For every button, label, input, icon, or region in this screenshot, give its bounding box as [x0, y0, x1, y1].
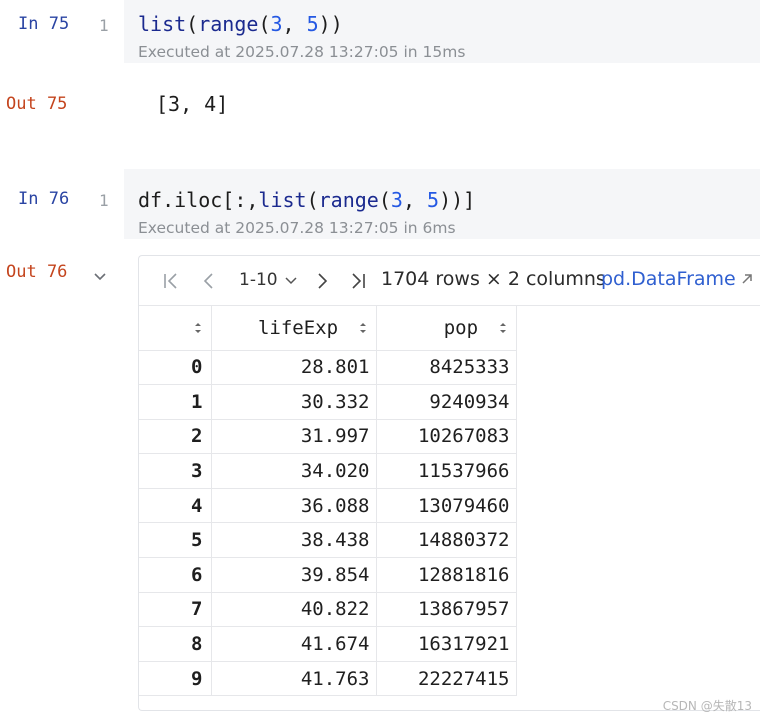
collapse-chevron-icon[interactable] [92, 268, 108, 284]
dataframe-viewer: 1-10 1704 rows × 2 columns pd.DataFrame [138, 255, 760, 711]
cell-output: [3, 4] [156, 92, 229, 116]
external-link-icon [742, 274, 752, 284]
cell-lifeexp[interactable]: 40.822 [210, 591, 377, 628]
table-row: 6 39.854 12881816 [139, 557, 517, 593]
page-range-select[interactable]: 1-10 [239, 270, 298, 290]
table-row: 5 38.438 14880372 [139, 522, 517, 559]
cell-lifeexp[interactable]: 41.763 [210, 660, 377, 697]
row-index: 6 [139, 557, 212, 593]
cell-lifeexp[interactable]: 41.674 [210, 626, 377, 662]
row-index: 2 [139, 418, 212, 455]
row-index: 8 [139, 626, 212, 662]
row-index: 4 [139, 487, 212, 524]
sort-icon[interactable] [358, 321, 368, 335]
dataframe-type-link[interactable]: pd.DataFrame [601, 268, 753, 290]
line-number: 1 [99, 191, 109, 210]
table-row: 4 36.088 13079460 [139, 487, 517, 524]
code-cell-76[interactable]: df.iloc[:,list(range(3, 5))] Executed at… [124, 169, 760, 239]
row-index: 0 [139, 349, 212, 386]
first-page-icon[interactable] [161, 270, 181, 292]
column-header-pop[interactable]: pop [375, 306, 517, 351]
table-row: 9 41.763 22227415 [139, 660, 517, 697]
sort-icon[interactable] [193, 321, 203, 335]
table-row: 3 34.020 11537966 [139, 453, 517, 489]
cell-lifeexp[interactable]: 38.438 [210, 522, 377, 559]
header-row: lifeExp pop [139, 306, 517, 351]
cell-out-label: Out 75 [6, 94, 68, 114]
cell-lifeexp[interactable]: 31.997 [210, 418, 377, 455]
cell-pop[interactable]: 13079460 [375, 487, 517, 524]
cell-pop[interactable]: 8425333 [375, 349, 517, 386]
previous-page-icon[interactable] [199, 270, 219, 292]
cell-pop[interactable]: 13867957 [375, 591, 517, 628]
rows-columns-info: 1704 rows × 2 columns [381, 268, 606, 290]
cell-in-label: In 76 [18, 189, 70, 209]
type-link-label[interactable]: pd.DataFrame [601, 268, 736, 290]
watermark: CSDN @失散13 [662, 699, 752, 713]
row-index: 7 [139, 591, 212, 628]
chevron-down-icon [285, 277, 297, 285]
column-header-lifeexp[interactable]: lifeExp [210, 306, 377, 351]
cell-pop[interactable]: 22227415 [375, 660, 517, 697]
row-index: 3 [139, 453, 212, 489]
cell-lifeexp[interactable]: 30.332 [210, 384, 377, 420]
cell-out-label: Out 76 [6, 262, 68, 282]
dataframe-table: lifeExp pop 0 28.801 8425333 1 30.332 924093… [139, 306, 517, 697]
cell-pop[interactable]: 11537966 [375, 453, 517, 489]
table-row: 2 31.997 10267083 [139, 418, 517, 455]
table-row: 7 40.822 13867957 [139, 591, 517, 628]
execution-info: Executed at 2025.07.28 13:27:05 in 6ms [138, 219, 456, 237]
line-number: 1 [99, 16, 109, 35]
cell-pop[interactable]: 9240934 [375, 384, 517, 420]
page-range-label: 1-10 [239, 270, 278, 290]
cell-pop[interactable]: 16317921 [375, 626, 517, 662]
dataframe-toolbar: 1-10 1704 rows × 2 columns pd.DataFrame [139, 256, 760, 306]
row-index: 9 [139, 660, 212, 697]
last-page-icon[interactable] [348, 270, 368, 292]
code-line[interactable]: list(range(3, 5)) [138, 12, 343, 36]
cell-pop[interactable]: 10267083 [375, 418, 517, 455]
cell-lifeexp[interactable]: 36.088 [210, 487, 377, 524]
table-row: 8 41.674 16317921 [139, 626, 517, 662]
cell-lifeexp[interactable]: 28.801 [210, 349, 377, 386]
row-index: 1 [139, 384, 212, 420]
code-line[interactable]: df.iloc[:,list(range(3, 5))] [138, 188, 475, 212]
cell-pop[interactable]: 12881816 [375, 557, 517, 593]
table-row: 1 30.332 9240934 [139, 384, 517, 420]
cell-in-label: In 75 [18, 14, 70, 34]
execution-info: Executed at 2025.07.28 13:27:05 in 15ms [138, 43, 466, 61]
column-header-index[interactable] [139, 306, 212, 351]
cell-pop[interactable]: 14880372 [375, 522, 517, 559]
cell-lifeexp[interactable]: 34.020 [210, 453, 377, 489]
cell-lifeexp[interactable]: 39.854 [210, 557, 377, 593]
column-header-label: lifeExp [257, 316, 339, 339]
column-header-label: pop [443, 316, 479, 339]
sort-icon[interactable] [498, 321, 508, 335]
next-page-icon[interactable] [312, 270, 332, 292]
row-index: 5 [139, 522, 212, 559]
code-cell-75[interactable]: list(range(3, 5)) Executed at 2025.07.28… [124, 0, 760, 63]
table-row: 0 28.801 8425333 [139, 349, 517, 386]
